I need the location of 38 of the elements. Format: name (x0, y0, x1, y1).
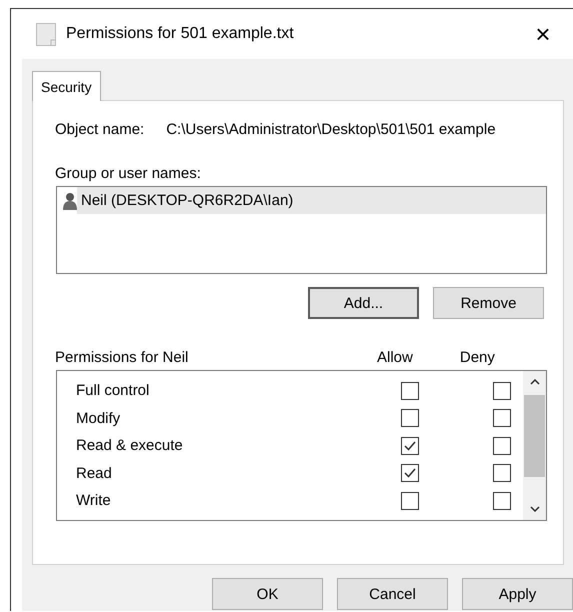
checkbox[interactable] (493, 464, 511, 482)
permissions-label: Permissions for Neil (55, 349, 190, 366)
object-name-path: C:\Users\Administrator\Desktop\501\501 example (166, 121, 496, 138)
security-tab[interactable]: Security (32, 71, 101, 101)
group-label: Group or user names: (54, 165, 202, 182)
checkbox[interactable] (401, 464, 419, 482)
checkbox[interactable] (401, 492, 419, 510)
permission-name: Read (75, 464, 113, 482)
scrollbar[interactable] (523, 371, 546, 520)
checkbox[interactable] (401, 436, 419, 455)
close-button[interactable]: × (513, 21, 573, 47)
checkbox[interactable] (493, 382, 511, 400)
check-icon (403, 440, 417, 452)
scroll-thumb[interactable] (524, 395, 545, 477)
ok-button[interactable]: OK (212, 578, 323, 610)
user-list-item[interactable]: Neil (DESKTOP-QR6R2DA\Ian) (77, 187, 546, 214)
permission-name: Modify (75, 410, 122, 427)
scroll-up-icon[interactable] (530, 379, 540, 385)
deny-header: Deny (460, 349, 495, 366)
check-icon (403, 467, 417, 480)
add-button[interactable]: Add... (308, 287, 419, 319)
scroll-down-icon[interactable] (530, 506, 540, 512)
checkbox[interactable] (493, 436, 511, 455)
permission-name: Write (75, 492, 112, 510)
permission-name: Full control (75, 382, 150, 400)
file-icon (36, 22, 56, 46)
checkbox[interactable] (401, 409, 419, 428)
allow-header: Allow (377, 349, 413, 366)
permission-name: Read & execute (75, 437, 184, 454)
remove-button[interactable]: Remove (433, 287, 544, 319)
checkbox[interactable] (493, 492, 511, 510)
object-name-label: Object name: (55, 121, 144, 138)
apply-button[interactable]: Apply (462, 578, 573, 610)
cancel-button[interactable]: Cancel (337, 578, 448, 610)
checkbox[interactable] (493, 409, 511, 428)
checkbox[interactable] (401, 382, 419, 400)
window-title: Permissions for 501 example.txt (66, 25, 295, 43)
user-icon (63, 192, 77, 210)
